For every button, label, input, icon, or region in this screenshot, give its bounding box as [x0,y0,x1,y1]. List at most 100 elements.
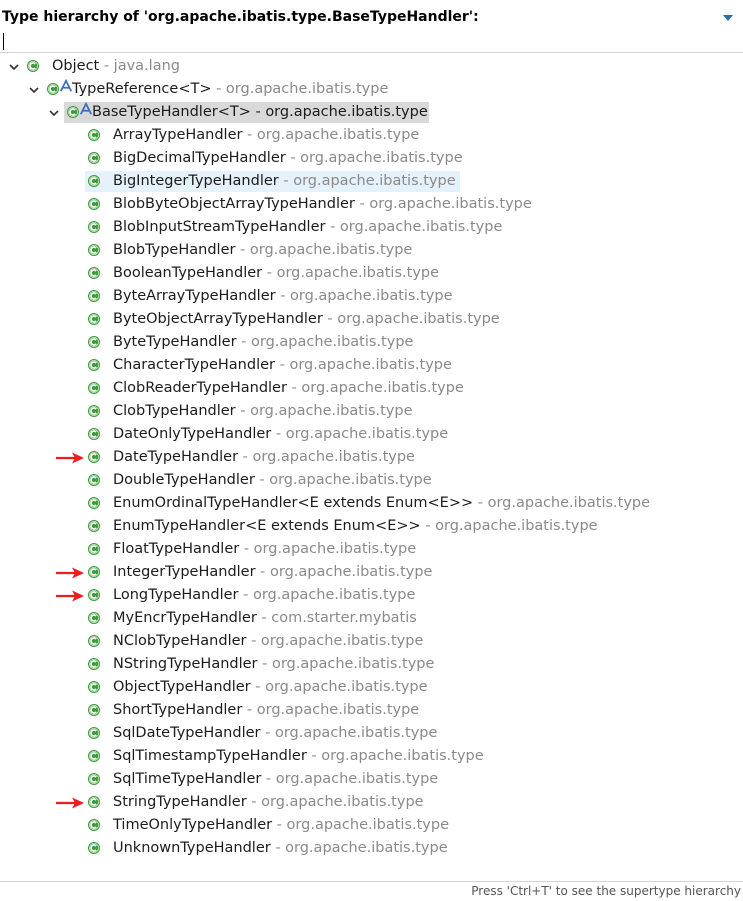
tree-row[interactable]: UnknownTypeHandler - org.apache.ibatis.t… [0,837,743,860]
tree-row[interactable]: EnumOrdinalTypeHandler<E extends Enum<E>… [0,492,743,515]
type-name: Object [52,58,100,74]
package-name: - org.apache.ibatis.type [254,472,432,488]
package-name: - org.apache.ibatis.type [242,127,420,143]
type-name: BlobTypeHandler [113,242,236,258]
tree-row-text: DoubleTypeHandler - org.apache.ibatis.ty… [113,469,432,492]
tree-row-text: ArrayTypeHandler - org.apache.ibatis.typ… [113,124,419,147]
class-icon [88,819,100,831]
tree-row[interactable]: BigDecimalTypeHandler - org.apache.ibati… [0,147,743,170]
tree-row[interactable]: ClobTypeHandler - org.apache.ibatis.type [0,400,743,423]
type-name: ByteArrayTypeHandler [113,288,276,304]
type-name: NClobTypeHandler [113,633,247,649]
package-name: - org.apache.ibatis.type [420,518,598,534]
tree-row[interactable]: MyEncrTypeHandler - com.starter.mybatis [0,607,743,630]
tree-row[interactable]: BlobTypeHandler - org.apache.ibatis.type [0,239,743,262]
status-hint: Press 'Ctrl+T' to see the supertype hier… [471,884,741,898]
type-name: CharacterTypeHandler [113,357,275,373]
filter-input[interactable] [2,32,737,50]
class-icon [88,359,100,371]
package-name: - org.apache.ibatis.type [354,196,532,212]
tree-row-text: TypeReference<T> - org.apache.ibatis.typ… [72,78,388,101]
tree-row[interactable]: ClobReaderTypeHandler - org.apache.ibati… [0,377,743,400]
tree-row[interactable]: SqlDateTypeHandler - org.apache.ibatis.t… [0,722,743,745]
tree-row[interactable]: ArrayTypeHandler - org.apache.ibatis.typ… [0,124,743,147]
package-name: - java.lang [99,58,180,74]
tree-row-text: IntegerTypeHandler - org.apache.ibatis.t… [113,561,432,584]
tree-row-text: BigIntegerTypeHandler - org.apache.ibati… [113,170,456,193]
tree-row-text: BaseTypeHandler<T> - org.apache.ibatis.t… [92,101,428,124]
tree-row[interactable]: ByteArrayTypeHandler - org.apache.ibatis… [0,285,743,308]
tree-row[interactable]: ByteObjectArrayTypeHandler - org.apache.… [0,308,743,331]
class-icon [88,152,100,164]
tree-row[interactable]: FloatTypeHandler - org.apache.ibatis.typ… [0,538,743,561]
tree-row-text: DateTypeHandler - org.apache.ibatis.type [113,446,415,469]
type-name: SqlTimeTypeHandler [113,771,262,787]
type-name: DateTypeHandler [113,449,239,465]
tree-row[interactable]: BaseTypeHandler<T> - org.apache.ibatis.t… [0,101,743,124]
package-name: - com.starter.mybatis [256,610,417,626]
tree-row[interactable]: ByteTypeHandler - org.apache.ibatis.type [0,331,743,354]
view-menu-icon[interactable] [722,13,734,23]
package-name: - org.apache.ibatis.type [250,679,428,695]
package-name: - org.apache.ibatis.type [286,380,464,396]
package-name: - org.apache.ibatis.type [322,311,500,327]
chevron-down-icon[interactable] [28,84,40,96]
type-name: ClobReaderTypeHandler [113,380,287,396]
hierarchy-tree[interactable]: Object - java.lang TypeReference<T> - org… [0,55,743,878]
tree-row[interactable]: TimeOnlyTypeHandler - org.apache.ibatis.… [0,814,743,837]
tree-row[interactable]: BlobByteObjectArrayTypeHandler - org.apa… [0,193,743,216]
tree-row[interactable]: BigIntegerTypeHandler - org.apache.ibati… [0,170,743,193]
tree-row[interactable]: ShortTypeHandler - org.apache.ibatis.typ… [0,699,743,722]
red-arrow-annotation [56,797,84,809]
popup-title: Type hierarchy of 'org.apache.ibatis.typ… [2,9,479,25]
type-name: ObjectTypeHandler [113,679,251,695]
tree-row[interactable]: Object - java.lang [0,55,743,78]
package-name: - org.apache.ibatis.type [260,725,438,741]
text-caret [3,33,4,50]
tree-row[interactable]: DateOnlyTypeHandler - org.apache.ibatis.… [0,423,743,446]
tree-row[interactable]: StringTypeHandler - org.apache.ibatis.ty… [0,791,743,814]
tree-row[interactable]: CharacterTypeHandler - org.apache.ibatis… [0,354,743,377]
type-name: LongTypeHandler [113,587,239,603]
tree-row[interactable]: NStringTypeHandler - org.apache.ibatis.t… [0,653,743,676]
tree-row[interactable]: EnumTypeHandler<E extends Enum<E>> - org… [0,515,743,538]
tree-row[interactable]: BooleanTypeHandler - org.apache.ibatis.t… [0,262,743,285]
red-arrow-annotation [56,590,84,602]
package-name: - org.apache.ibatis.type [262,265,440,281]
tree-row-text: ClobTypeHandler - org.apache.ibatis.type [113,400,413,423]
tree-row-text: NClobTypeHandler - org.apache.ibatis.typ… [113,630,423,653]
tree-row-text: NStringTypeHandler - org.apache.ibatis.t… [113,653,434,676]
tree-row[interactable]: SqlTimeTypeHandler - org.apache.ibatis.t… [0,768,743,791]
tree-row[interactable]: TypeReference<T> - org.apache.ibatis.typ… [0,78,743,101]
class-icon [88,497,100,509]
class-icon [88,635,100,647]
type-name: EnumTypeHandler<E extends Enum<E>> [113,518,421,534]
red-arrow-annotation [56,567,84,579]
type-name: ByteTypeHandler [113,334,237,350]
filter-row [0,32,743,52]
tree-row[interactable]: LongTypeHandler - org.apache.ibatis.type [0,584,743,607]
class-icon [88,727,100,739]
type-name: BigDecimalTypeHandler [113,150,286,166]
red-arrow-annotation [56,452,84,464]
class-icon [88,428,100,440]
tree-row[interactable]: SqlTimestampTypeHandler - org.apache.iba… [0,745,743,768]
tree-row-text: Object - java.lang [52,55,180,78]
class-icon [88,290,100,302]
tree-row[interactable]: IntegerTypeHandler - org.apache.ibatis.t… [0,561,743,584]
tree-row[interactable]: ObjectTypeHandler - org.apache.ibatis.ty… [0,676,743,699]
class-icon [88,221,100,233]
class-icon [88,612,100,624]
type-name: StringTypeHandler [113,794,247,810]
class-icon [88,336,100,348]
tree-row-text: EnumTypeHandler<E extends Enum<E>> - org… [113,515,598,538]
chevron-down-icon[interactable] [48,107,60,119]
tree-row[interactable]: NClobTypeHandler - org.apache.ibatis.typ… [0,630,743,653]
tree-row[interactable]: BlobInputStreamTypeHandler - org.apache.… [0,216,743,239]
tree-row-text: ShortTypeHandler - org.apache.ibatis.typ… [113,699,419,722]
package-name: - org.apache.ibatis.type [211,81,389,97]
tree-row[interactable]: DoubleTypeHandler - org.apache.ibatis.ty… [0,469,743,492]
type-name: ShortTypeHandler [113,702,243,718]
chevron-down-icon[interactable] [8,61,20,73]
tree-row[interactable]: DateTypeHandler - org.apache.ibatis.type [0,446,743,469]
